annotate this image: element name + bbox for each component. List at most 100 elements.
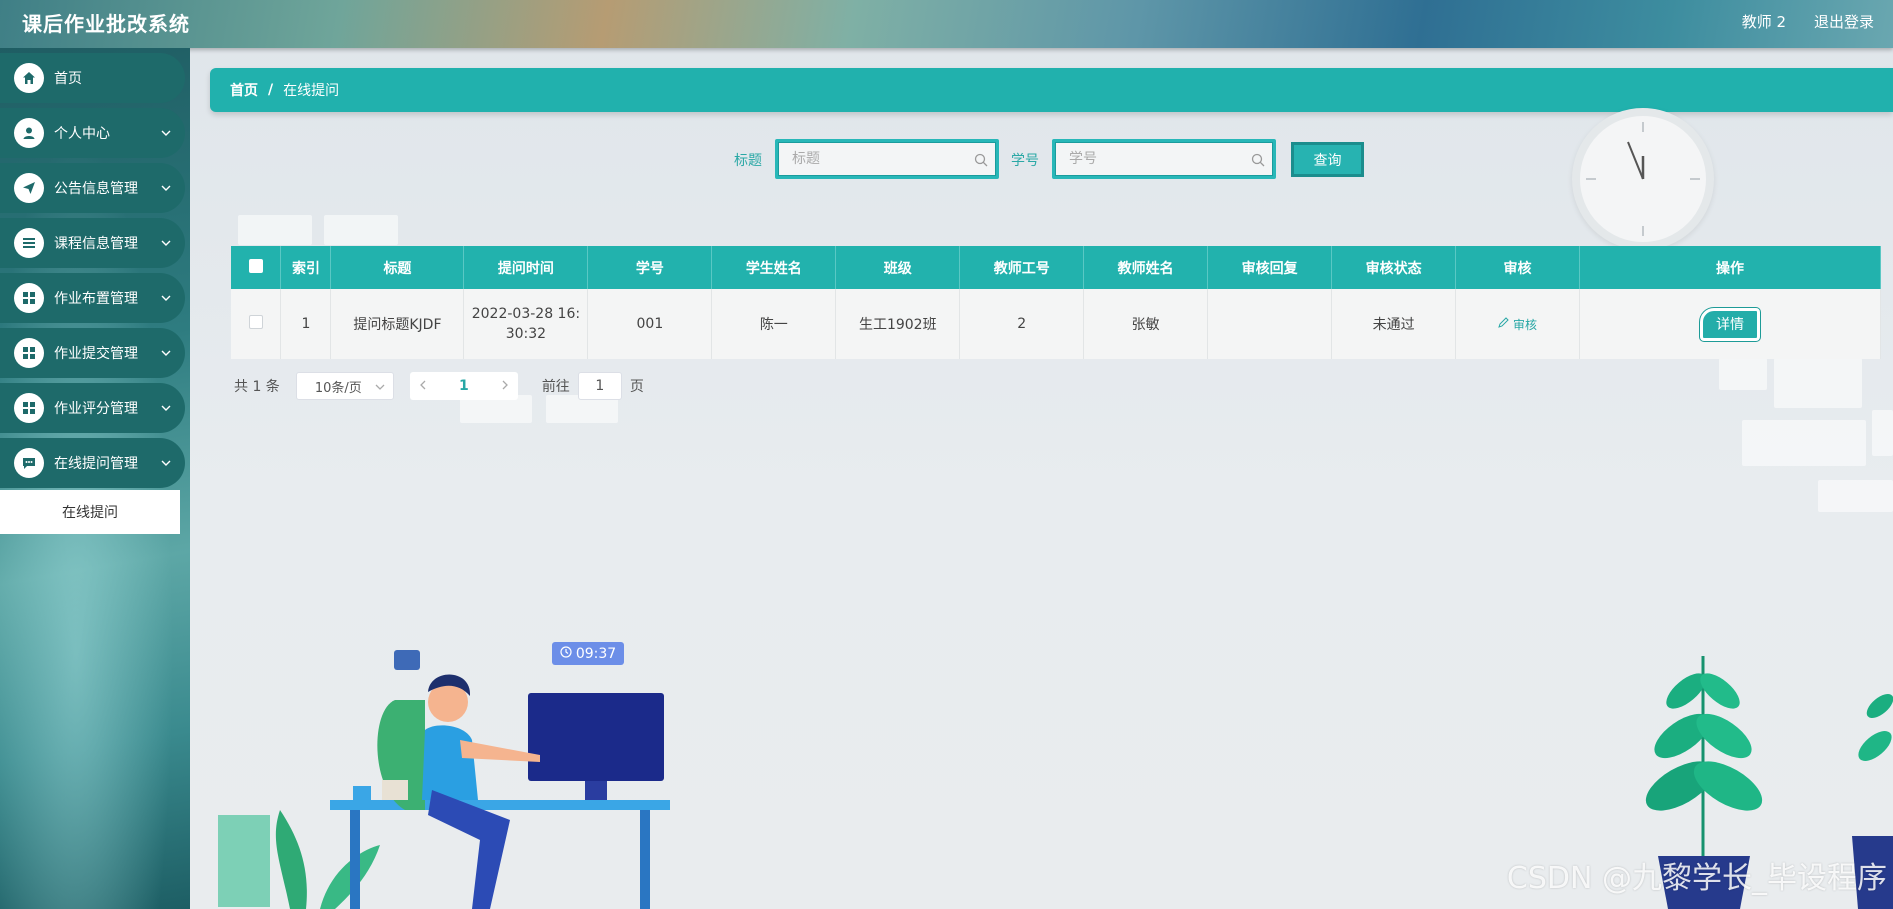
chevron-down-icon bbox=[157, 350, 175, 356]
page-navigator: 1 bbox=[409, 372, 518, 400]
submenu-online-questions[interactable]: 在线提问 bbox=[0, 490, 180, 534]
column-header: 操作 bbox=[1579, 246, 1881, 289]
column-header: 标题 bbox=[330, 246, 465, 289]
review-link[interactable]: 审核 bbox=[1498, 316, 1537, 333]
sidebar-item-label: 作业布置管理 bbox=[54, 291, 138, 307]
page-size-value: 10条/页 bbox=[314, 380, 362, 396]
student-id-search-field[interactable] bbox=[1052, 139, 1276, 179]
chevron-down-icon bbox=[157, 295, 175, 301]
row-select-cell[interactable] bbox=[231, 289, 282, 359]
cell-teacher-id: 2 bbox=[959, 289, 1085, 359]
next-page-icon[interactable] bbox=[502, 378, 508, 394]
worker-illustration bbox=[218, 650, 670, 909]
grid-icon bbox=[14, 338, 44, 368]
review-link-label: 审核 bbox=[1513, 317, 1538, 332]
clock-icon bbox=[560, 645, 572, 662]
decor-block bbox=[1774, 358, 1862, 408]
chevron-down-icon bbox=[157, 240, 175, 246]
column-header: 学生姓名 bbox=[711, 246, 837, 289]
decor-block bbox=[1818, 480, 1893, 512]
cell-time-line: 30:32 bbox=[505, 326, 547, 342]
time-badge: 09:37 bbox=[552, 642, 624, 665]
cell-reply bbox=[1207, 289, 1333, 359]
query-button[interactable]: 查询 bbox=[1291, 142, 1364, 177]
current-user[interactable]: 教师 2 bbox=[1742, 11, 1786, 32]
column-header: 教师工号 bbox=[959, 246, 1085, 289]
cell-student-name: 陈一 bbox=[711, 289, 837, 359]
cell-action: 详情 bbox=[1579, 289, 1881, 359]
sidebar-item-assign[interactable]: 作业布置管理 bbox=[0, 273, 185, 323]
decor-block bbox=[1742, 420, 1866, 466]
sidebar-item-label: 在线提问管理 bbox=[54, 456, 138, 472]
list-icon bbox=[14, 228, 44, 258]
cell-status: 未通过 bbox=[1331, 289, 1457, 359]
title-search-field[interactable] bbox=[775, 139, 999, 179]
user-icon bbox=[14, 118, 44, 148]
cell-index: 1 bbox=[280, 289, 332, 359]
clock-icon bbox=[1586, 122, 1700, 236]
pagination: 共 1 条 10条/页 1 前往 1 页 bbox=[234, 372, 644, 400]
title-label: 标题 bbox=[734, 153, 762, 169]
goto-prefix: 前往 bbox=[541, 379, 570, 395]
student-id-input[interactable] bbox=[1055, 142, 1273, 176]
current-page[interactable]: 1 bbox=[459, 378, 469, 394]
sidebar-item-grading[interactable]: 作业评分管理 bbox=[0, 383, 185, 433]
table-row: 1 提问标题KJDF 2022-03-28 16: 30:32 001 陈一 生… bbox=[231, 289, 1881, 359]
logout-link[interactable]: 退出登录 bbox=[1814, 11, 1874, 32]
detail-button[interactable]: 详情 bbox=[1700, 307, 1760, 341]
top-header: 课后作业批改系统 教师 2 退出登录 bbox=[0, 0, 1893, 48]
watermark: CSDN @九黎学长_毕设程序 bbox=[1506, 861, 1887, 896]
cell-time: 2022-03-28 16: 30:32 bbox=[463, 289, 589, 359]
column-header: 索引 bbox=[280, 246, 332, 289]
grid-icon bbox=[14, 393, 44, 423]
breadcrumb-home[interactable]: 首页 bbox=[230, 80, 258, 100]
row-checkbox[interactable] bbox=[248, 315, 263, 329]
table-header-row: 索引 标题 提问时间 学号 学生姓名 班级 教师工号 教师姓名 审核回复 审核状… bbox=[231, 246, 1881, 289]
column-header: 审核回复 bbox=[1207, 246, 1333, 289]
sidebar: 首页 个人中心 公告信息管理 课程信息管理 作业布置管理 作业提交管理 作业评分… bbox=[0, 48, 190, 909]
column-header: 提问时间 bbox=[463, 246, 589, 289]
student-id-label: 学号 bbox=[1011, 153, 1039, 169]
select-all-checkbox[interactable] bbox=[248, 258, 263, 273]
prev-page-icon[interactable] bbox=[419, 378, 426, 394]
grid-icon bbox=[14, 283, 44, 313]
send-icon bbox=[14, 173, 44, 203]
sidebar-item-label: 作业评分管理 bbox=[54, 401, 138, 417]
goto-page-input[interactable]: 1 bbox=[577, 372, 622, 400]
cell-review: 审核 bbox=[1455, 289, 1581, 359]
select-all-cell[interactable] bbox=[231, 246, 282, 289]
chat-icon bbox=[14, 448, 44, 478]
title-input[interactable] bbox=[778, 142, 996, 176]
cell-student-id: 001 bbox=[587, 289, 713, 359]
chevron-down-icon bbox=[375, 379, 385, 394]
column-header: 审核状态 bbox=[1331, 246, 1457, 289]
sidebar-item-questions[interactable]: 在线提问管理 bbox=[0, 438, 185, 488]
column-header: 审核 bbox=[1455, 246, 1581, 289]
sidebar-item-course[interactable]: 课程信息管理 bbox=[0, 218, 185, 268]
sidebar-item-submit[interactable]: 作业提交管理 bbox=[0, 328, 185, 378]
questions-table: 索引 标题 提问时间 学号 学生姓名 班级 教师工号 教师姓名 审核回复 审核状… bbox=[231, 246, 1881, 359]
chevron-down-icon bbox=[157, 130, 175, 136]
chevron-down-icon bbox=[157, 460, 175, 466]
sidebar-item-label: 首页 bbox=[54, 71, 82, 87]
sidebar-item-notice[interactable]: 公告信息管理 bbox=[0, 163, 185, 213]
sidebar-item-home[interactable]: 首页 bbox=[0, 53, 185, 103]
edit-icon bbox=[1498, 317, 1509, 331]
chevron-down-icon bbox=[157, 405, 175, 411]
column-header: 教师姓名 bbox=[1083, 246, 1209, 289]
page-size-select[interactable]: 10条/页 bbox=[295, 372, 394, 400]
goto-suffix: 页 bbox=[629, 379, 644, 395]
app-title: 课后作业批改系统 bbox=[22, 12, 190, 36]
search-icon bbox=[974, 152, 988, 171]
sidebar-item-personal[interactable]: 个人中心 bbox=[0, 108, 185, 158]
search-icon bbox=[1251, 152, 1265, 171]
total-count: 共 1 条 bbox=[234, 379, 280, 395]
decor-block bbox=[324, 215, 398, 245]
breadcrumb-separator: / bbox=[268, 82, 274, 98]
sidebar-item-label: 个人中心 bbox=[54, 126, 110, 142]
cell-class: 生工1902班 bbox=[835, 289, 961, 359]
sidebar-item-label: 公告信息管理 bbox=[54, 181, 138, 197]
time-badge-label: 09:37 bbox=[575, 645, 617, 662]
decor-block bbox=[238, 215, 312, 245]
decor-block bbox=[1872, 410, 1893, 456]
